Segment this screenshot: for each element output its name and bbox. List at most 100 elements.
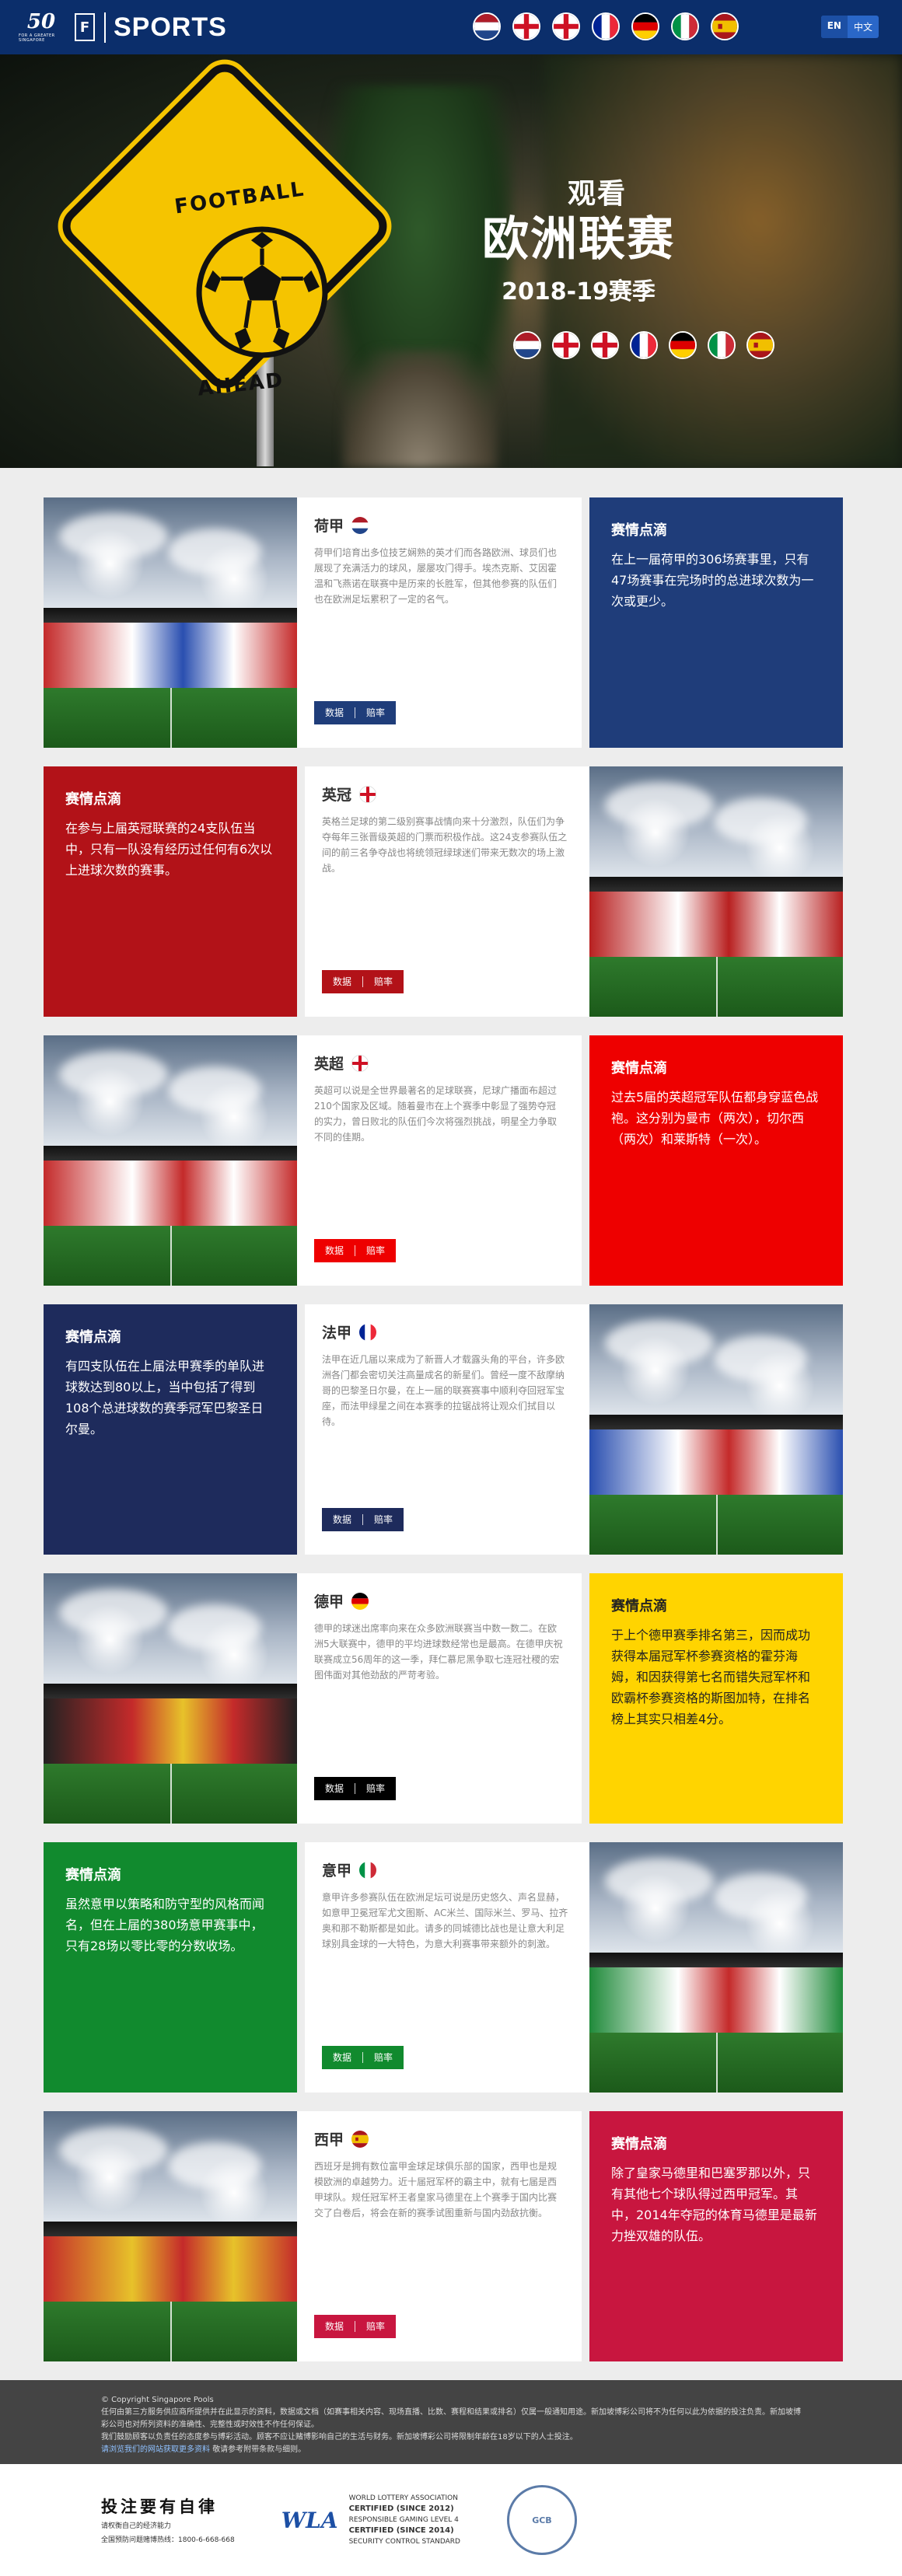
stadium-image — [589, 1304, 843, 1555]
insight-text: 除了皇家马德里和巴塞罗那以外，只有其他七个球队得过西甲冠军。其中，2014年夺冠… — [611, 2166, 817, 2243]
lang-en-button[interactable]: EN — [820, 16, 848, 38]
insight-title: 赛情点滴 — [65, 1867, 121, 1883]
wla-logo: WLA — [281, 2507, 338, 2533]
league-flag-icon — [351, 1592, 369, 1610]
league-description: 荷甲们培育出多位技艺娴熟的英才们而各路欧洲、球员们也展现了充满活力的球风，屡屡攻… — [314, 547, 558, 605]
league-card-header: 意甲 — [322, 1859, 572, 1880]
nav-germany-flag-icon[interactable] — [631, 12, 659, 40]
league-card: 法甲法甲在近几届以来成为了新晋人才载露头角的平台，许多欧洲各门都会密切关注高量成… — [305, 1304, 589, 1555]
lang-zh-button[interactable]: 中文 — [848, 16, 879, 38]
logo-number: 50 — [26, 10, 56, 33]
hero-flag-row — [513, 331, 774, 359]
responsible-gaming-helpline: 全国预防问题赌博热线：1800-6-668-668 — [101, 2536, 235, 2544]
insight-text: 有四支队伍在上届法甲赛季的单队进球数达到80以上，当中包括了得到108个总进球数… — [65, 1359, 265, 1436]
nav-netherlands-flag-icon[interactable] — [473, 12, 501, 40]
league-description: 法甲在近几届以来成为了新晋人才载露头角的平台，许多欧洲各门都会密切关注高量成名的… — [322, 1354, 565, 1427]
gcb-seal: GCB — [506, 2485, 577, 2555]
insight-box: 赛情点滴虽然意甲以策略和防守型的风格而闻名，但在上届的380场意甲赛事中，只有2… — [44, 1842, 297, 2093]
insight-text: 在上一届荷甲的306场赛事里，只有47场赛事在完场时的总进球次数为一次或更少。 — [611, 552, 814, 609]
language-switch: EN 中文 — [820, 16, 879, 38]
league-card-header: 西甲 — [314, 2128, 565, 2149]
odds-button[interactable]: 赔率 — [355, 1239, 396, 1262]
league-buttons: 数据 赔率 — [314, 1239, 397, 1262]
odds-button[interactable]: 赔率 — [363, 1508, 404, 1531]
insight-box: 赛情点滴 于上个德甲赛季排名第三，因而成功获得本届冠军杯参赛资格的霍芬海姆，和因获… — [589, 1573, 843, 1824]
hero-france-flag-icon[interactable] — [630, 331, 658, 359]
data-button[interactable]: 数据 — [322, 970, 362, 993]
hero-england-flag-icon[interactable] — [591, 331, 619, 359]
odds-button[interactable]: 赔率 — [363, 970, 404, 993]
wla-cert1-desc: RESPONSIBLE GAMING LEVEL 4 — [348, 2516, 459, 2524]
league-card-header: 法甲 — [322, 1321, 572, 1342]
footer-logos: 投注要有自律 请权衡自己的经济能力 全国预防问题赌博热线：1800-6-668-… — [0, 2464, 902, 2576]
league-card: 西甲西班牙是拥有数位富甲金球足球俱乐部的国家，西甲也是规模欧洲的卓越势力。近十届… — [297, 2111, 582, 2361]
odds-button[interactable]: 赔率 — [355, 1777, 396, 1800]
brand-title[interactable]: SPORTS — [104, 12, 227, 43]
data-button[interactable]: 数据 — [322, 1508, 362, 1531]
insight-text: 于上个德甲赛季排名第三，因而成功获得本届冠军杯参赛资格的霍芬海姆，和因获得第七名… — [611, 1628, 811, 1726]
hero-italy-flag-icon[interactable] — [708, 331, 736, 359]
odds-button[interactable]: 赔率 — [363, 2046, 404, 2069]
hero-england-flag-icon[interactable] — [552, 331, 580, 359]
league-card: 英超 英超可以说是全世界最著名的足球联赛，尼球广播面布超过210个国家及区域。随着… — [297, 1035, 582, 1286]
data-button[interactable]: 数据 — [314, 1239, 355, 1262]
football-ahead-sign: FOOTBALL AHEAD — [42, 55, 396, 466]
league-description: 西班牙是拥有数位富甲金球足球俱乐部的国家，西甲也是规模欧洲的卓越势力。近十届冠军… — [314, 2161, 558, 2218]
odds-button[interactable]: 赔率 — [355, 2315, 396, 2338]
league-row: 意甲意甲许多参赛队伍在欧洲足坛可说是历史悠久、声名显赫，如意甲卫冕冠军尤文图斯、… — [0, 1842, 902, 2093]
league-buttons: 数据 赔率 — [322, 970, 404, 993]
league-row: 西甲西班牙是拥有数位富甲金球足球俱乐部的国家，西甲也是规模欧洲的卓越势力。近十届… — [0, 2111, 902, 2361]
league-card-header: 英冠 — [322, 784, 572, 805]
insight-title: 赛情点滴 — [611, 522, 667, 539]
copyright-text: © Copyright Singapore Pools — [101, 2396, 214, 2404]
hero-banner: FOOTBALL AHEAD 观看 欧洲联赛 2018-19赛季 — [0, 54, 902, 468]
hero-title: 观看 欧洲联赛 2018-19赛季 — [482, 171, 675, 306]
league-flag-icon — [359, 1323, 377, 1341]
league-card-header: 英超 — [314, 1052, 565, 1073]
league-row: 英超 英超可以说是全世界最著名的足球联赛，尼球广播面布超过210个国家及区域。随着… — [0, 1035, 902, 1286]
hero-title-line2: 欧洲联赛 — [482, 212, 675, 267]
hero-spain-flag-icon[interactable] — [746, 331, 774, 359]
singapore-pools-logo[interactable]: F — [75, 13, 95, 41]
nav-england-flag-icon[interactable] — [512, 12, 540, 40]
league-buttons: 数据 赔率 — [314, 701, 397, 724]
league-card: 荷甲荷甲们培育出多位技艺娴熟的英才们而各路欧洲、球员们也展现了充满活力的球风，屡… — [297, 497, 582, 748]
hero-background-road — [342, 350, 498, 468]
disclaimer-line3: 敬请参考附带条款与细则。 — [212, 2445, 306, 2454]
more-info-link[interactable]: 请浏览我们的网站获取更多资料 — [101, 2445, 210, 2454]
league-flag-icon — [351, 1054, 369, 1072]
league-description: 意甲许多参赛队伍在欧洲足坛可说是历史悠久、声名显赫，如意甲卫冕冠军尤文图斯、AC… — [322, 1892, 568, 1949]
league-card: 意甲意甲许多参赛队伍在欧洲足坛可说是历史悠久、声名显赫，如意甲卫冕冠军尤文图斯、… — [305, 1842, 589, 2093]
nav-england-flag-icon[interactable] — [552, 12, 580, 40]
stadium-image — [44, 497, 297, 748]
odds-button[interactable]: 赔率 — [355, 701, 396, 724]
stadium-image — [44, 1035, 297, 1286]
league-flag-icon — [359, 1861, 377, 1879]
insight-box: 赛情点滴在上一届荷甲的306场赛事里，只有47场赛事在完场时的总进球次数为一次或… — [589, 497, 843, 748]
data-button[interactable]: 数据 — [322, 2046, 362, 2069]
data-button[interactable]: 数据 — [314, 1777, 355, 1800]
data-button[interactable]: 数据 — [314, 701, 355, 724]
nav-spain-flag-icon[interactable] — [711, 12, 739, 40]
hero-netherlands-flag-icon[interactable] — [513, 331, 541, 359]
anniversary-logo[interactable]: 50 FOR A GREATER SINGAPORE — [19, 8, 64, 47]
league-buttons: 数据 赔率 — [322, 1508, 404, 1531]
league-name: 荷甲 — [314, 518, 344, 535]
league-card: 英冠 英格兰足球的第二级别赛事战情向来十分激烈，队伍们为争夺每年三张晋级英超的门票… — [305, 766, 589, 1017]
wla-cert2-desc: SECURITY CONTROL STANDARD — [348, 2538, 460, 2546]
stadium-image — [44, 2111, 297, 2361]
wla-cert1: CERTIFIED (SINCE 2012) — [348, 2504, 454, 2513]
nav-france-flag-icon[interactable] — [592, 12, 620, 40]
wla-cert2: CERTIFIED (SINCE 2014) — [348, 2526, 454, 2535]
stadium-image — [589, 1842, 843, 2093]
league-flag-icon — [351, 516, 369, 534]
data-button[interactable]: 数据 — [314, 2315, 355, 2338]
league-flag-icon — [351, 2130, 369, 2148]
wla-certification: WLA WORLD LOTTERY ASSOCIATION CERTIFIED … — [281, 2493, 460, 2547]
nav-italy-flag-icon[interactable] — [671, 12, 699, 40]
hero-germany-flag-icon[interactable] — [669, 331, 697, 359]
insight-text: 虽然意甲以策略和防守型的风格而闻名，但在上届的380场意甲赛事中，只有28场以零… — [65, 1897, 265, 1953]
insight-title: 赛情点滴 — [611, 2136, 667, 2152]
insight-box: 赛情点滴除了皇家马德里和巴塞罗那以外，只有其他七个球队得过西甲冠军。其中，201… — [589, 2111, 843, 2361]
league-card: 德甲 德甲的球迷出席率向来在众多欧洲联赛当中数一数二。在欧洲5大联赛中，德甲的平均… — [297, 1573, 582, 1824]
